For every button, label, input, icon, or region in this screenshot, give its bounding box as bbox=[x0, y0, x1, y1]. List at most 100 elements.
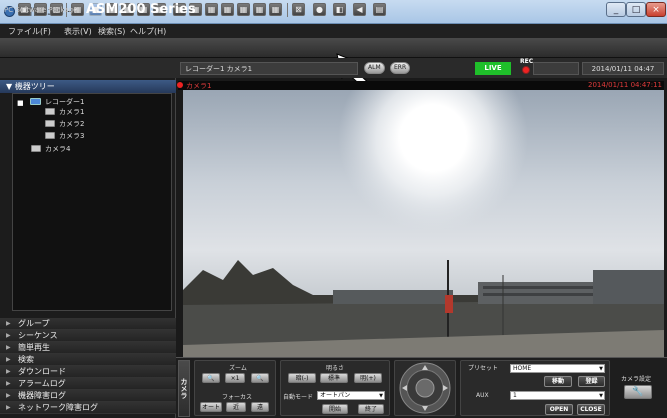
nav-search[interactable]: ▶ 検索 bbox=[0, 354, 176, 366]
auto-mode-label: 自動モード bbox=[283, 394, 314, 401]
nav-group[interactable]: ▶ グループ bbox=[0, 318, 176, 330]
camera-settings-label: カメラ設定 bbox=[621, 376, 652, 383]
preset-value: HOME bbox=[513, 365, 532, 372]
camera-settings-wrench-icon[interactable]: 🔧 bbox=[624, 385, 652, 399]
camera-live-dot-icon bbox=[177, 82, 183, 88]
preset-move-button[interactable]: 移動 bbox=[544, 376, 572, 387]
zoom-in-button[interactable]: 🔍 bbox=[251, 373, 269, 383]
auto-mode-start-button[interactable]: 開始 bbox=[322, 404, 348, 414]
nav-network-error-log[interactable]: ▶ ネットワーク障害ログ bbox=[0, 402, 176, 414]
layout-g-icon[interactable]: ▦ bbox=[269, 3, 282, 16]
rec-indicator-icon bbox=[522, 66, 530, 74]
camera-icon bbox=[45, 108, 55, 115]
header-datetime: 2014/01/11 04:47 bbox=[582, 62, 664, 75]
close-button[interactable]: × bbox=[646, 2, 666, 17]
nav-search-label: 検索 bbox=[18, 355, 34, 364]
alm-button[interactable]: ALM bbox=[364, 62, 385, 74]
layout-d-icon[interactable]: ▦ bbox=[221, 3, 234, 16]
tree-camera-1[interactable]: カメラ1 bbox=[59, 107, 84, 117]
brand-subtitle: PC Software Package bbox=[4, 6, 78, 14]
snapshot-icon[interactable]: ◧ bbox=[333, 3, 346, 16]
focus-auto-button[interactable]: オート bbox=[200, 402, 222, 412]
menu-file[interactable]: ファイル(F) bbox=[8, 26, 51, 37]
tree-camera-3[interactable]: カメラ3 bbox=[59, 131, 84, 141]
nav-group-label: グループ bbox=[18, 319, 50, 328]
device-tree-title: 機器ツリー bbox=[14, 82, 55, 91]
rec-label: REC bbox=[520, 58, 534, 65]
preset-label: プリセット bbox=[468, 365, 499, 372]
preset-register-button[interactable]: 登録 bbox=[578, 376, 605, 387]
nav-easy-playback-label: 簡単再生 bbox=[18, 343, 50, 352]
layout-f-icon[interactable]: ▦ bbox=[253, 3, 266, 16]
preset-select[interactable]: HOME ▼ bbox=[510, 364, 605, 373]
zoom-1x-button[interactable]: ×1 bbox=[225, 373, 245, 383]
nav-network-error-log-label: ネットワーク障害ログ bbox=[18, 403, 98, 412]
focus-near-button[interactable]: 近 bbox=[226, 402, 246, 412]
aux-open-button[interactable]: OPEN bbox=[545, 404, 573, 415]
maximize-button[interactable]: □ bbox=[626, 2, 646, 17]
nav-sequence[interactable]: ▶ シーケンス bbox=[0, 330, 176, 342]
auto-mode-stop-button[interactable]: 終了 bbox=[358, 404, 384, 414]
menu-help[interactable]: ヘルプ(H) bbox=[130, 26, 166, 37]
nav-sequence-label: シーケンス bbox=[18, 331, 58, 340]
minimize-button[interactable]: _ bbox=[606, 2, 626, 17]
chevron-down-icon: ▼ bbox=[599, 366, 603, 372]
collapse-icon[interactable]: ■ bbox=[17, 99, 24, 107]
zoom-out-button[interactable]: 🔍 bbox=[202, 373, 220, 383]
ptz-joystick[interactable] bbox=[398, 361, 452, 415]
toolbar bbox=[0, 38, 667, 58]
layout-c-icon[interactable]: ▦ bbox=[205, 3, 218, 16]
auto-mode-select[interactable]: オートパン ▼ bbox=[317, 391, 385, 400]
aux-close-button[interactable]: CLOSE bbox=[577, 404, 605, 415]
nav-alarm-log-label: アラームログ bbox=[18, 379, 66, 388]
device-tree bbox=[12, 93, 172, 311]
nav-device-error-log-label: 機器障害ログ bbox=[18, 391, 66, 400]
expand-arrow-icon: ▶ bbox=[6, 356, 11, 363]
expand-arrow-icon: ▶ bbox=[6, 320, 11, 327]
record-dot-icon[interactable]: ● bbox=[313, 3, 326, 16]
tree-camera-4[interactable]: カメラ4 bbox=[45, 144, 70, 154]
brightness-label: 明るさ bbox=[326, 365, 345, 372]
menu-search[interactable]: 検索(S) bbox=[98, 26, 125, 37]
aux-value: 1 bbox=[513, 392, 517, 399]
audio-icon[interactable]: ◀ bbox=[353, 3, 366, 16]
nav-download-label: ダウンロード bbox=[18, 367, 66, 376]
layout-e-icon[interactable]: ▦ bbox=[237, 3, 250, 16]
brightness-dark-button[interactable]: 暗(-) bbox=[288, 373, 316, 383]
aux-label: AUX bbox=[476, 392, 489, 399]
rec-status-field bbox=[533, 62, 579, 75]
focus-far-button[interactable]: 遠 bbox=[251, 402, 269, 412]
err-button[interactable]: ERR bbox=[390, 62, 411, 74]
brand-title: ASM200 Series bbox=[86, 2, 196, 17]
camera-icon bbox=[31, 145, 41, 152]
expand-arrow-icon: ▶ bbox=[6, 344, 11, 351]
nav-device-error-log[interactable]: ▶ 機器障害ログ bbox=[0, 390, 176, 402]
recorder-icon bbox=[30, 98, 41, 105]
camera-scene-image bbox=[183, 90, 664, 357]
fullscreen-icon[interactable]: ⊠ bbox=[292, 3, 305, 16]
expand-arrow-icon: ▶ bbox=[6, 368, 11, 375]
expand-arrow-icon: ▶ bbox=[6, 392, 11, 399]
tree-camera-2[interactable]: カメラ2 bbox=[59, 119, 84, 129]
device-tree-header[interactable]: ▼ 機器ツリー bbox=[0, 80, 176, 93]
settings-icon[interactable]: ▤ bbox=[373, 3, 386, 16]
brightness-bright-button[interactable]: 明(+) bbox=[354, 373, 382, 383]
camera-icon bbox=[45, 120, 55, 127]
toolbar-divider bbox=[287, 3, 288, 17]
camera-video-feed[interactable] bbox=[183, 90, 664, 357]
camera-icon bbox=[45, 132, 55, 139]
zoom-label: ズーム bbox=[229, 365, 247, 372]
aux-select[interactable]: 1 ▼ bbox=[510, 391, 605, 400]
nav-download[interactable]: ▶ ダウンロード bbox=[0, 366, 176, 378]
nav-easy-playback[interactable]: ▶ 簡単再生 bbox=[0, 342, 176, 354]
menu-view[interactable]: 表示(V) bbox=[64, 26, 92, 37]
camera-tab[interactable]: カメラ bbox=[178, 360, 190, 417]
brightness-standard-button[interactable]: 標準 bbox=[320, 373, 348, 383]
chevron-down-icon: ▼ bbox=[379, 393, 383, 399]
expand-arrow-icon: ▶ bbox=[6, 380, 11, 387]
tree-recorder[interactable]: レコーダー1 bbox=[45, 97, 84, 107]
nav-alarm-log[interactable]: ▶ アラームログ bbox=[0, 378, 176, 390]
expand-arrow-icon: ▶ bbox=[6, 404, 11, 411]
live-badge: LIVE bbox=[475, 62, 511, 75]
auto-mode-value: オートパン bbox=[320, 392, 351, 399]
